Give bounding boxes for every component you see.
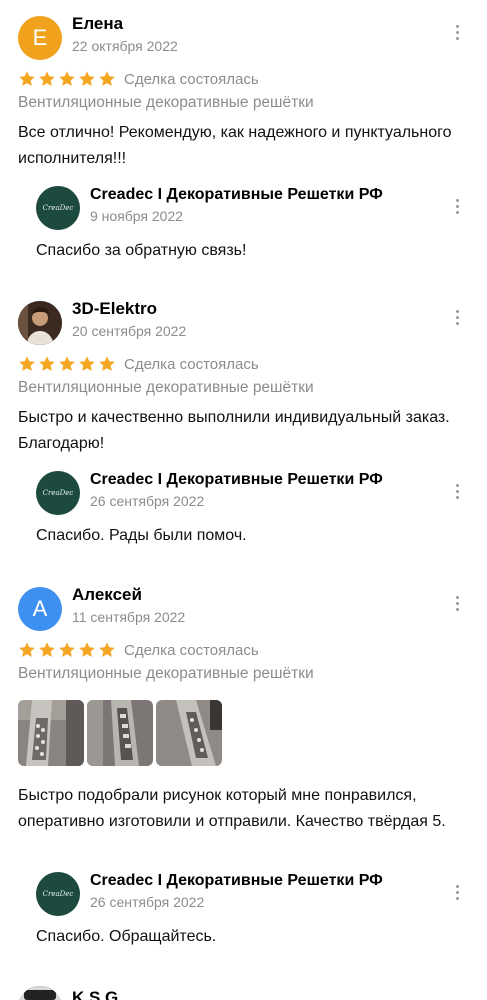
review-date: 11 сентября 2022 <box>72 609 186 625</box>
avatar-letter: А <box>32 596 48 621</box>
reply-date: 26 сентября 2022 <box>90 894 205 910</box>
more-options-icon[interactable] <box>445 880 469 904</box>
author-name[interactable]: Елена <box>72 14 123 34</box>
grille-photo <box>156 700 222 766</box>
deal-status: Сделка состоялась <box>124 641 259 659</box>
author-name[interactable]: Алексей <box>72 585 142 605</box>
star-rating <box>18 355 116 373</box>
more-options-icon[interactable] <box>445 194 469 218</box>
seller-logo-text: CreaDec <box>42 489 74 497</box>
star-icon <box>19 642 35 657</box>
seller-reply: CreaDec Creadec I Декоративные Решетки Р… <box>36 469 469 549</box>
avatar[interactable]: А <box>18 587 62 631</box>
review-card: А Алексей 11 сентября 2022 Сделка состоя… <box>0 585 487 965</box>
grille-photo <box>87 700 153 766</box>
star-icon <box>59 356 75 371</box>
deal-status: Сделка состоялась <box>124 355 259 373</box>
review-category: Вентиляционные декоративные решётки <box>18 94 314 111</box>
star-icon <box>39 71 55 86</box>
star-rating <box>18 70 116 88</box>
seller-reply: CreaDec Creadec I Декоративные Решетки Р… <box>36 184 469 264</box>
review-header: Е Елена 22 октября 2022 <box>18 14 469 60</box>
more-options-icon[interactable] <box>445 479 469 503</box>
seller-logo-text: CreaDec <box>42 204 74 212</box>
star-icon <box>79 71 95 86</box>
more-options-icon[interactable] <box>445 591 469 615</box>
review-photo[interactable] <box>18 700 84 766</box>
seller-logo[interactable]: CreaDec <box>36 471 80 515</box>
seller-logo[interactable]: CreaDec <box>36 186 80 230</box>
star-icon <box>99 71 115 86</box>
author-name[interactable]: 3D-Elektro <box>72 299 157 319</box>
star-icon <box>19 356 35 371</box>
star-icon <box>39 356 55 371</box>
seller-reply: CreaDec Creadec I Декоративные Решетки Р… <box>36 870 469 950</box>
star-icon <box>59 642 75 657</box>
seller-logo-text: CreaDec <box>42 890 74 898</box>
review-category: Вентиляционные декоративные решётки <box>18 665 314 682</box>
star-icon <box>19 71 35 86</box>
avatar[interactable] <box>18 301 62 345</box>
review-photos <box>18 700 222 766</box>
reply-date: 26 сентября 2022 <box>90 493 205 509</box>
star-icon <box>99 356 115 371</box>
reply-text: Спасибо. Рады были помоч. <box>36 527 247 544</box>
more-options-icon[interactable] <box>445 20 469 44</box>
more-options-icon[interactable] <box>445 305 469 329</box>
reply-text: Спасибо за обратную связь! <box>36 242 247 259</box>
reply-text: Спасибо. Обращайтесь. <box>36 928 217 945</box>
avatar-letter: Е <box>32 25 48 50</box>
star-icon <box>59 71 75 86</box>
rating-row: Сделка состоялась <box>18 68 259 90</box>
star-icon <box>79 642 95 657</box>
seller-name[interactable]: Creadec I Декоративные Решетки РФ <box>90 471 383 489</box>
reply-date: 9 ноября 2022 <box>90 208 184 224</box>
author-name[interactable]: K.S.G <box>72 988 118 1000</box>
grille-photo <box>18 700 84 766</box>
review-text: Быстро и качественно выполнили индивидуа… <box>18 409 450 452</box>
avatar[interactable]: Е <box>18 16 62 60</box>
deal-status: Сделка состоялась <box>124 70 259 88</box>
review-date: 20 сентября 2022 <box>72 323 187 339</box>
review-text: Быстро подобрали рисунок который мне пон… <box>18 787 446 830</box>
review-category: Вентиляционные декоративные решётки <box>18 379 314 396</box>
star-rating <box>18 641 116 659</box>
seller-logo[interactable]: CreaDec <box>36 872 80 916</box>
user-photo-icon <box>18 986 62 1000</box>
seller-name[interactable]: Creadec I Декоративные Решетки РФ <box>90 186 383 204</box>
review-header: А Алексей 11 сентября 2022 <box>18 585 469 631</box>
review-text: Все отлично! Рекомендую, как надежного и… <box>18 124 452 167</box>
user-photo-icon <box>18 301 62 345</box>
review-header: K.S.G <box>18 984 469 1000</box>
avatar[interactable] <box>18 986 62 1000</box>
star-icon <box>79 356 95 371</box>
review-card: K.S.G <box>0 984 487 1000</box>
review-card: Е Елена 22 октября 2022 Сделка состоялас… <box>0 14 487 284</box>
review-header: 3D-Elektro 20 сентября 2022 <box>18 299 469 345</box>
rating-row: Сделка состоялась <box>18 353 259 375</box>
review-card: 3D-Elektro 20 сентября 2022 Сделка состо… <box>0 299 487 569</box>
star-icon <box>99 642 115 657</box>
review-photo[interactable] <box>156 700 222 766</box>
review-photo[interactable] <box>87 700 153 766</box>
rating-row: Сделка состоялась <box>18 639 259 661</box>
star-icon <box>39 642 55 657</box>
review-date: 22 октября 2022 <box>72 38 178 54</box>
seller-name[interactable]: Creadec I Декоративные Решетки РФ <box>90 872 383 890</box>
